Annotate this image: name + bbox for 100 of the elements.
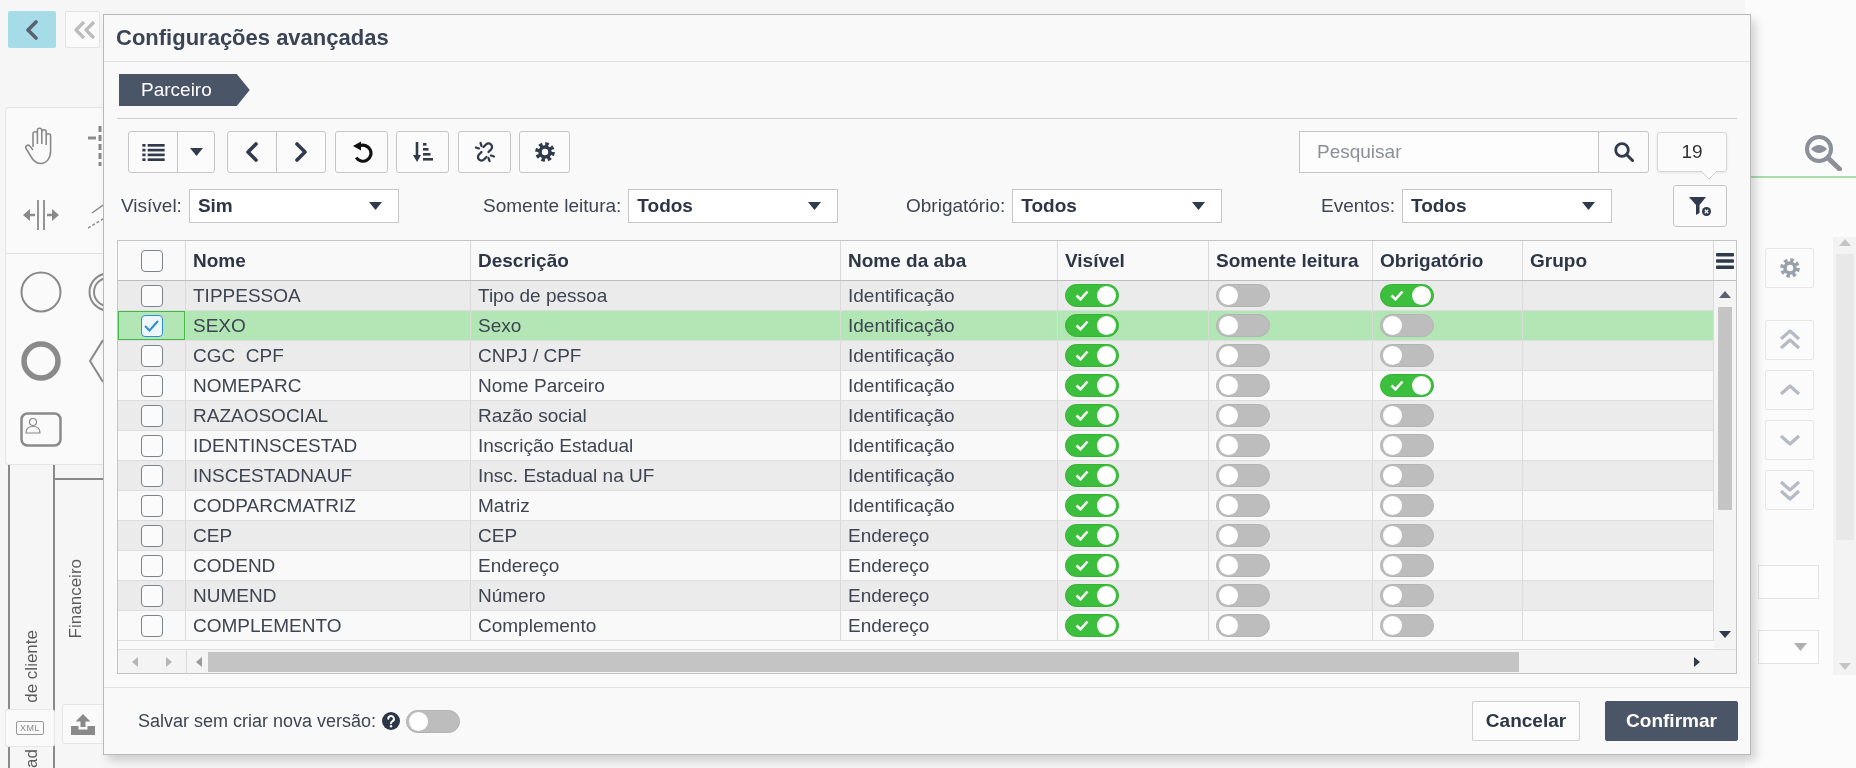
toggle-switch[interactable] [1065, 314, 1119, 337]
checkbox[interactable] [140, 614, 163, 637]
column-header[interactable]: Somente leitura [1209, 241, 1373, 280]
horizontal-scrollbar[interactable] [187, 650, 1736, 673]
checkbox[interactable] [140, 404, 163, 427]
toggle-switch[interactable] [1065, 434, 1119, 457]
checkbox[interactable] [140, 524, 163, 547]
dropdown[interactable] [1758, 630, 1819, 664]
table-row[interactable]: NOMEPARC Nome Parceiro Identificação [118, 371, 1714, 401]
search-field[interactable]: Pesquisar [1299, 131, 1599, 173]
checkbox[interactable] [140, 464, 163, 487]
toggle-switch[interactable] [1065, 524, 1119, 547]
toggle-switch[interactable] [1216, 524, 1270, 547]
toggle-switch[interactable] [1216, 494, 1270, 517]
table-row[interactable]: NUMEND Número Endereço [118, 581, 1714, 611]
toggle-switch[interactable] [1380, 284, 1434, 307]
toggle-switch[interactable] [1065, 374, 1119, 397]
toggle-switch[interactable] [1216, 464, 1270, 487]
table-row[interactable]: CEP CEP Endereço [118, 521, 1714, 551]
previous-button[interactable] [227, 131, 277, 173]
toggle-switch[interactable] [1380, 404, 1434, 427]
cancel-button[interactable]: Cancelar [1472, 701, 1580, 741]
toggle-switch[interactable] [1216, 614, 1270, 637]
input-field[interactable] [1758, 565, 1819, 599]
dashed-line-icon[interactable] [88, 125, 103, 166]
back-button[interactable] [8, 11, 56, 48]
column-header[interactable]: Obrigatório [1373, 241, 1523, 280]
table-row[interactable]: CODPARCMATRIZ Matriz Identificação [118, 491, 1714, 521]
unlink-button[interactable] [458, 131, 511, 173]
split-arrows-icon[interactable] [22, 199, 60, 230]
toggle-switch[interactable] [1216, 434, 1270, 457]
checkbox[interactable] [140, 434, 163, 457]
checkbox[interactable] [140, 584, 163, 607]
column-header[interactable]: Nome da aba [841, 241, 1058, 280]
checkbox[interactable] [140, 314, 163, 337]
scrollbar-thumb[interactable] [208, 651, 1519, 672]
toggle-switch[interactable] [1065, 584, 1119, 607]
column-header[interactable]: Descrição [471, 241, 841, 280]
toggle-switch[interactable] [1380, 434, 1434, 457]
table-row[interactable]: COMPLEMENTO Complemento Endereço [118, 611, 1714, 641]
toggle-switch[interactable] [1216, 314, 1270, 337]
table-row[interactable]: CGC CPF CNPJ / CPF Identificação [118, 341, 1714, 371]
filter-dropdown[interactable]: Todos [628, 189, 839, 223]
settings-button[interactable] [519, 131, 570, 173]
table-row[interactable]: CODEND Endereço Endereço [118, 551, 1714, 581]
toggle-switch[interactable] [1065, 464, 1119, 487]
sort-button[interactable] [396, 131, 449, 173]
toggle-switch[interactable] [1380, 464, 1434, 487]
clear-filter-button[interactable] [1673, 185, 1727, 227]
toggle-switch[interactable] [1216, 404, 1270, 427]
upload-button[interactable] [62, 704, 103, 745]
toggle-switch[interactable] [1065, 284, 1119, 307]
filter-dropdown[interactable]: Todos [1401, 189, 1612, 223]
collapse-button[interactable] [65, 11, 100, 48]
horizontal-scrollbar[interactable] [118, 650, 187, 673]
thick-circle-icon[interactable] [21, 340, 61, 381]
undo-button[interactable] [335, 131, 388, 173]
move-up-button[interactable] [1765, 370, 1814, 410]
search-button[interactable] [1598, 131, 1649, 173]
table-row[interactable]: INSCESTADNAUF Insc. Estadual na UF Identificação [118, 461, 1714, 491]
toggle-switch[interactable] [1065, 494, 1119, 517]
next-button[interactable] [276, 131, 326, 173]
checkbox[interactable] [140, 284, 163, 307]
toggle-switch[interactable] [1065, 344, 1119, 367]
move-down-button[interactable] [1765, 420, 1814, 460]
menu-icon[interactable] [1716, 252, 1734, 269]
toggle-switch[interactable] [1380, 314, 1434, 337]
xml-button[interactable]: XML [5, 709, 55, 748]
filter-dropdown[interactable]: Todos [1012, 189, 1223, 223]
toggle-switch[interactable] [1380, 374, 1434, 397]
filter-dropdown[interactable]: Sim [188, 189, 399, 223]
toggle-switch[interactable] [1216, 584, 1270, 607]
move-bottom-button[interactable] [1765, 470, 1814, 510]
checkbox[interactable] [140, 344, 163, 367]
magnifier-icon[interactable] [1805, 135, 1842, 171]
checkbox[interactable] [140, 374, 163, 397]
toggle-switch[interactable] [1380, 554, 1434, 577]
checkbox[interactable] [140, 554, 163, 577]
confirm-button[interactable]: Confirmar [1605, 701, 1738, 741]
move-top-button[interactable] [1765, 320, 1814, 360]
vertical-scrollbar[interactable] [1714, 281, 1736, 649]
user-task-icon[interactable] [20, 412, 62, 448]
help-icon[interactable] [382, 712, 401, 730]
toggle-switch[interactable] [1065, 554, 1119, 577]
column-header[interactable]: Visível [1058, 241, 1209, 280]
column-header[interactable]: Nome [186, 241, 471, 280]
toggle-switch[interactable] [1216, 284, 1270, 307]
toggle-switch[interactable] [1216, 374, 1270, 397]
table-row[interactable]: RAZAOSOCIAL Razão social Identificação [118, 401, 1714, 431]
checkbox[interactable] [140, 249, 163, 272]
toggle-switch[interactable] [1065, 404, 1119, 427]
toggle-switch[interactable] [1380, 344, 1434, 367]
column-header[interactable]: Grupo [1523, 241, 1714, 280]
list-view-button[interactable] [128, 131, 178, 173]
table-row[interactable]: SEXO Sexo Identificação [118, 311, 1714, 341]
table-row[interactable]: TIPPESSOA Tipo de pessoa Identificação [118, 281, 1714, 311]
toggle-switch[interactable] [1380, 614, 1434, 637]
toggle-switch[interactable] [1380, 494, 1434, 517]
toggle-switch[interactable] [1380, 584, 1434, 607]
scrollbar-thumb[interactable] [1718, 307, 1732, 510]
